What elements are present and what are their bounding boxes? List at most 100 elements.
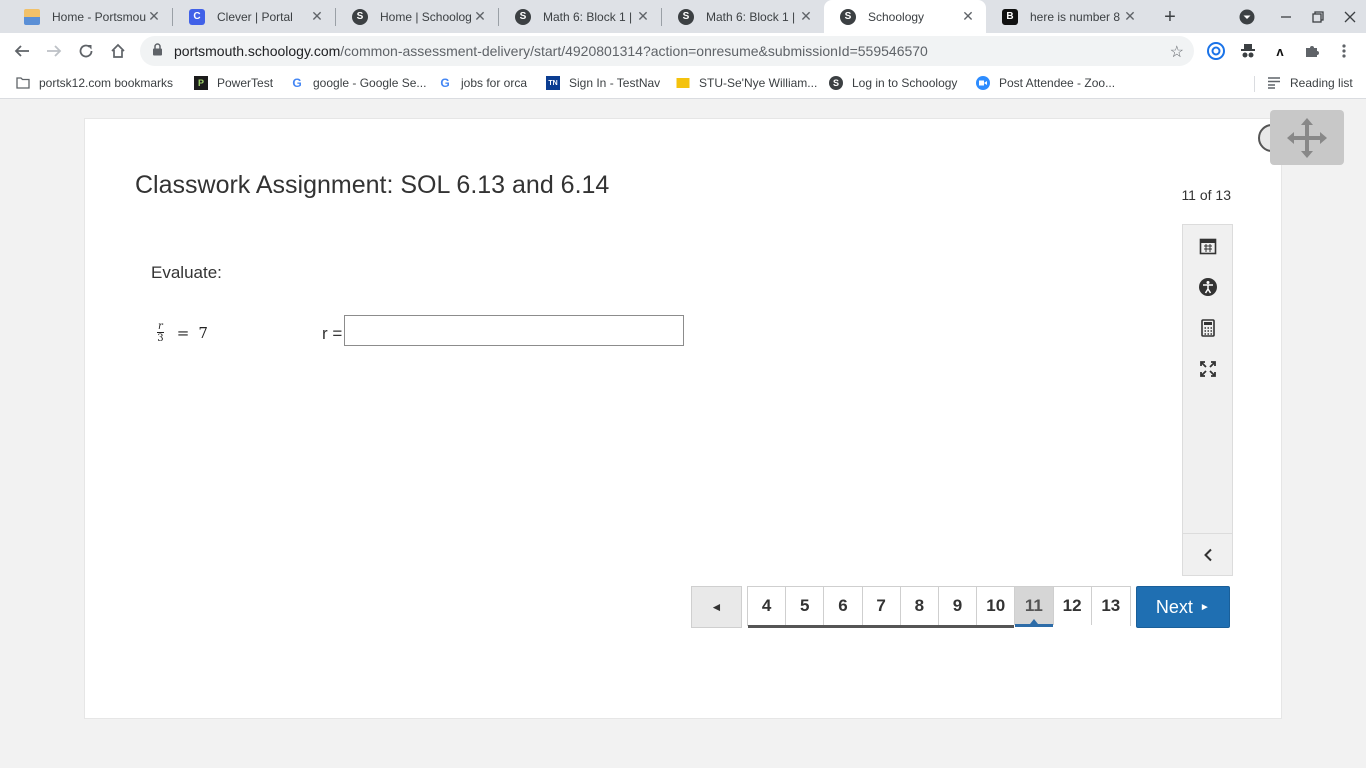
- page-button-4[interactable]: 4: [748, 587, 787, 625]
- tab-title: Home - Portsmouth: [52, 9, 146, 24]
- bookmarks-divider: [1254, 76, 1255, 92]
- more-vert-icon[interactable]: [1334, 41, 1354, 61]
- folder-icon: [676, 76, 690, 90]
- calculator-icon[interactable]: [1195, 315, 1221, 341]
- close-icon[interactable]: ✕: [798, 8, 814, 25]
- spy-extension-icon[interactable]: [1238, 41, 1258, 61]
- address-bar[interactable]: portsmouth.schoology.com/common-assessme…: [140, 36, 1194, 66]
- house-icon: [24, 8, 40, 25]
- fullscreen-icon[interactable]: [1195, 356, 1221, 382]
- chevron-left-icon[interactable]: [1183, 533, 1232, 575]
- grammar-extension-icon[interactable]: ʌ: [1270, 41, 1290, 61]
- minimize-icon[interactable]: [1275, 6, 1297, 28]
- close-icon[interactable]: ✕: [635, 8, 651, 25]
- close-icon[interactable]: ✕: [309, 8, 325, 25]
- question-prompt: Evaluate:: [151, 263, 222, 282]
- equation-rhs: 7: [198, 323, 208, 342]
- page-title: Classwork Assignment: SOL 6.13 and 6.14: [135, 171, 610, 199]
- new-tab-plus-icon[interactable]: +: [1159, 6, 1181, 28]
- back-arrow-icon[interactable]: [9, 38, 35, 64]
- page-button-11-current[interactable]: 11: [1015, 587, 1054, 627]
- bookmark-jobs-for-orca[interactable]: G jobs for orca: [438, 76, 527, 90]
- browser-toolbar: portsmouth.schoology.com/common-assessme…: [0, 33, 1366, 69]
- previous-button[interactable]: ◄: [691, 586, 742, 628]
- google-icon: G: [292, 76, 302, 90]
- tool-panel: [1182, 224, 1233, 576]
- next-label: Next: [1155, 596, 1193, 617]
- folder-icon: [16, 76, 30, 90]
- bookmark-label: Post Attendee - Zoo...: [999, 76, 1116, 90]
- bookmark-login-schoology[interactable]: S Log in to Schoology: [829, 76, 957, 90]
- question-counter: 11 of 13: [1181, 187, 1231, 203]
- next-button[interactable]: Next ►: [1135, 586, 1230, 628]
- bookmark-label: PowerTest: [217, 76, 274, 90]
- tab-here-is-number-8[interactable]: B here is number 8 p ✕: [986, 0, 1148, 33]
- page-button-7[interactable]: 7: [862, 587, 901, 625]
- fraction: r 3: [157, 321, 164, 344]
- forward-arrow-icon[interactable]: [41, 38, 67, 64]
- clever-icon: C: [189, 8, 205, 25]
- tab-math6-block1-a[interactable]: S Math 6: Block 1 | S ✕: [499, 0, 661, 33]
- assessment-card: ‹ Classwork Assignment: SOL 6.13 and 6.1…: [84, 110, 1344, 719]
- tab-clever-portal[interactable]: C Clever | Portal ✕: [173, 0, 335, 33]
- tab-title: Home | Schoology: [380, 9, 472, 24]
- tab-title: Math 6: Block 1 | S: [543, 9, 635, 24]
- page-button-9[interactable]: 9: [938, 587, 978, 625]
- bookmark-google-search[interactable]: G google - Google Se...: [290, 76, 426, 90]
- page-button-5[interactable]: 5: [786, 587, 825, 625]
- page-button-13[interactable]: 13: [1091, 587, 1130, 625]
- lock-icon[interactable]: [152, 43, 164, 59]
- answer-input[interactable]: [344, 315, 684, 346]
- close-icon[interactable]: ✕: [146, 8, 162, 25]
- tab-title: here is number 8 p: [1030, 9, 1122, 24]
- tab-search-icon[interactable]: [1236, 6, 1258, 28]
- url-host: portsmouth.schoology.com: [174, 43, 341, 59]
- reading-list-button[interactable]: Reading list: [1267, 76, 1353, 90]
- restore-icon[interactable]: [1307, 6, 1329, 28]
- equals-sign: =: [176, 323, 190, 342]
- page-button-8[interactable]: 8: [900, 587, 939, 625]
- bookmark-label: Log in to Schoology: [852, 76, 958, 90]
- schoology-icon: S: [352, 8, 368, 25]
- fraction-denominator: 3: [157, 333, 164, 344]
- close-icon[interactable]: ✕: [1122, 8, 1138, 25]
- home-icon[interactable]: [105, 38, 131, 64]
- tab-schoology-active[interactable]: S Schoology ✕: [824, 0, 986, 33]
- accessibility-icon[interactable]: [1195, 274, 1221, 300]
- bookmark-portsk12[interactable]: portsk12.com bookmarks: [16, 76, 173, 90]
- puzzle-icon[interactable]: [1302, 41, 1322, 61]
- page-viewport: ‹ Classwork Assignment: SOL 6.13 and 6.1…: [0, 100, 1366, 768]
- tab-math6-block1-b[interactable]: S Math 6: Block 1 | S ✕: [662, 0, 824, 33]
- page-button-12[interactable]: 12: [1053, 587, 1092, 625]
- testnav-icon: TN: [546, 76, 560, 90]
- move-arrows-icon[interactable]: [1270, 110, 1344, 165]
- window-close-icon[interactable]: [1339, 6, 1361, 28]
- bookmark-powertest[interactable]: P PowerTest: [194, 76, 273, 90]
- shield-extension-icon[interactable]: [1206, 41, 1226, 61]
- tab-home-schoology[interactable]: S Home | Schoology ✕: [336, 0, 498, 33]
- schoology-icon: S: [840, 8, 856, 25]
- calendar-icon[interactable]: [1195, 233, 1221, 259]
- page-button-10[interactable]: 10: [977, 587, 1016, 625]
- bookmark-zoom[interactable]: Post Attendee - Zoo...: [976, 76, 1115, 90]
- bookmark-testnav[interactable]: TN Sign In - TestNav: [546, 76, 660, 90]
- url-text: portsmouth.schoology.com/common-assessme…: [174, 43, 928, 59]
- fraction-numerator: r: [157, 321, 164, 333]
- answer-label: r =: [322, 324, 343, 343]
- question-pager: ◄ 4 5 6 7 8 9 10 11 12 13 Next ►: [691, 586, 1230, 628]
- bookmark-stu-folder[interactable]: STU-Se'Nye William...: [676, 76, 817, 90]
- browser-tab-strip: Home - Portsmouth ✕ C Clever | Portal ✕ …: [0, 0, 1366, 33]
- bookmark-label: STU-Se'Nye William...: [699, 76, 818, 90]
- tab-title: Clever | Portal: [217, 9, 293, 24]
- schoology-icon: S: [515, 8, 531, 25]
- bookmark-star-icon[interactable]: ☆: [1170, 42, 1184, 62]
- schoology-icon: S: [829, 76, 843, 90]
- url-path: /common-assessment-delivery/start/492080…: [340, 43, 928, 59]
- bookmark-label: Sign In - TestNav: [569, 76, 661, 90]
- page-button-6[interactable]: 6: [824, 587, 863, 625]
- reload-icon[interactable]: [73, 38, 99, 64]
- tab-home-portsmouth[interactable]: Home - Portsmouth ✕: [8, 0, 172, 33]
- close-icon[interactable]: ✕: [472, 8, 488, 25]
- close-icon[interactable]: ✕: [960, 8, 976, 25]
- brainly-icon: B: [1002, 8, 1018, 25]
